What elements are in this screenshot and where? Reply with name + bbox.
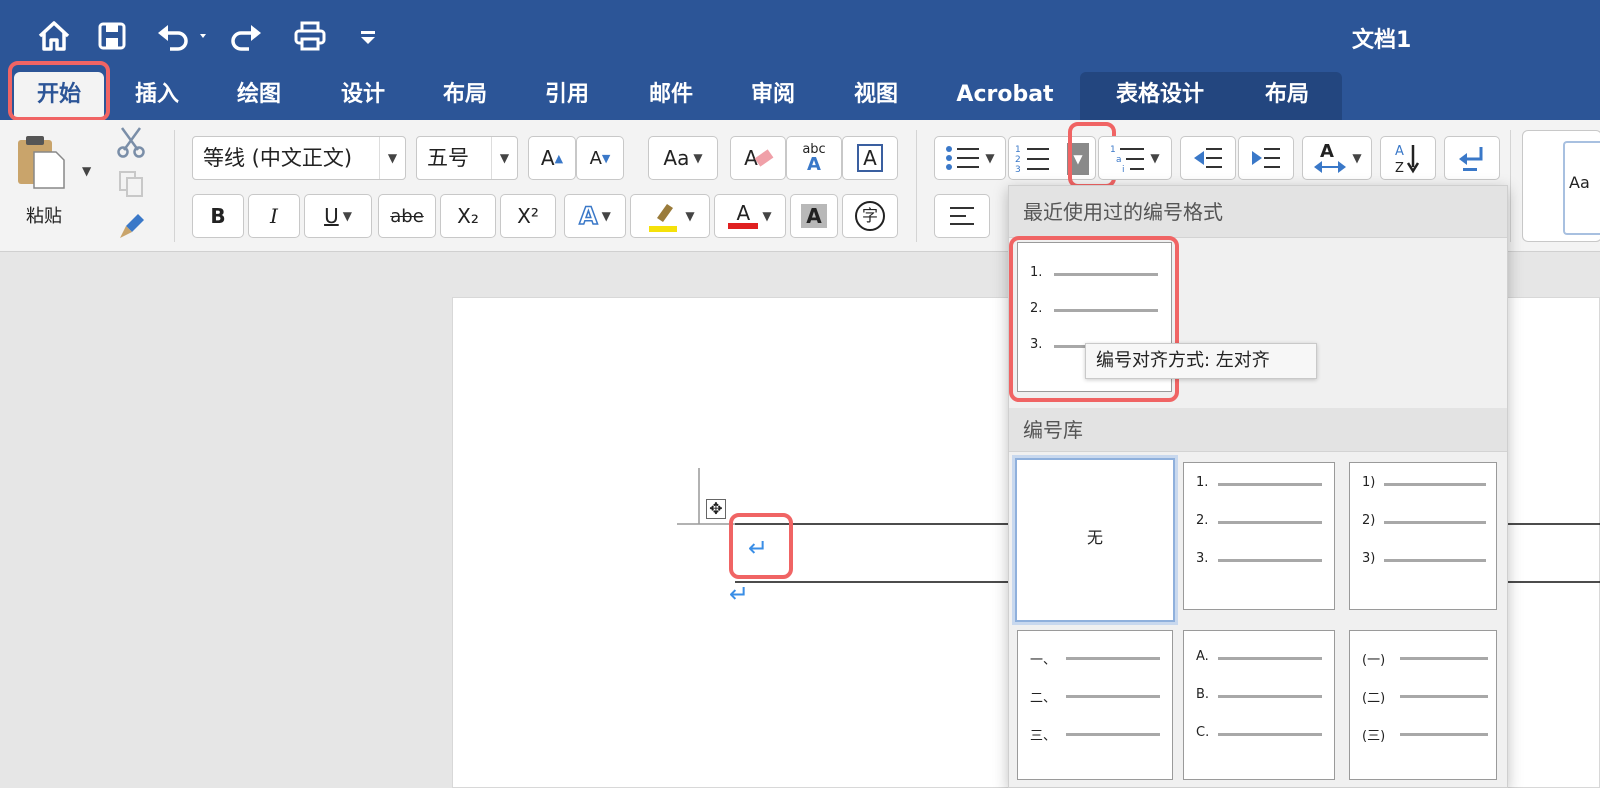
bold-button[interactable]: B bbox=[192, 194, 244, 238]
numbering-library-header: 编号库 bbox=[1009, 408, 1507, 452]
svg-text:A: A bbox=[1320, 141, 1334, 162]
format-painter-icon[interactable] bbox=[116, 210, 150, 244]
bullet-list-icon bbox=[946, 146, 980, 170]
font-family-select[interactable]: 等线 (中文正文) ▼ bbox=[192, 136, 406, 180]
document-title: 文档1 bbox=[1352, 28, 1412, 53]
tab-references[interactable]: 引用 bbox=[534, 72, 600, 120]
table-move-handle-icon[interactable]: ✥ bbox=[706, 499, 726, 519]
svg-text:Z: Z bbox=[1395, 161, 1404, 175]
svg-text:2: 2 bbox=[1015, 155, 1021, 165]
title-bar: 文档1 bbox=[0, 0, 1600, 72]
phonetic-guide-button[interactable]: abc A bbox=[786, 136, 842, 180]
tab-insert[interactable]: 插入 bbox=[124, 72, 190, 120]
recent-numbering-header: 最近使用过的编号格式 bbox=[1009, 186, 1507, 238]
indent-icon bbox=[1252, 148, 1280, 168]
numbering-dropdown-icon[interactable]: ▼ bbox=[1067, 143, 1089, 175]
font-family-arrow-icon[interactable]: ▼ bbox=[379, 137, 405, 179]
clear-formatting-button[interactable]: A bbox=[730, 136, 786, 180]
grow-font-button[interactable]: A ▲ bbox=[528, 136, 576, 180]
character-border-button[interactable]: A bbox=[842, 136, 898, 180]
numbering-arabic-dot-option[interactable]: 1. 2. 3. bbox=[1183, 462, 1335, 610]
svg-text:3: 3 bbox=[1015, 165, 1021, 173]
increase-indent-button[interactable] bbox=[1238, 136, 1294, 180]
marker-icon bbox=[649, 204, 678, 232]
numbering-alignment-tooltip: 编号对齐方式: 左对齐 bbox=[1085, 343, 1317, 379]
customize-toolbar-icon[interactable] bbox=[350, 18, 386, 54]
tab-view[interactable]: 视图 bbox=[843, 72, 909, 120]
tab-draw[interactable]: 绘图 bbox=[226, 72, 292, 120]
tab-home[interactable]: 开始 bbox=[14, 72, 104, 120]
numbering-letter-option[interactable]: A. B. C. bbox=[1183, 630, 1335, 780]
numbering-dropdown-panel: 最近使用过的编号格式 1. 2. 3. 编号库 无 1. 2. 3. 1) 2)… bbox=[1008, 185, 1508, 788]
cut-icon[interactable] bbox=[116, 126, 150, 158]
shrink-font-button[interactable]: A ▼ bbox=[576, 136, 624, 180]
numbering-chinese-paren-option[interactable]: (一) (二) (三) bbox=[1349, 630, 1497, 780]
italic-button[interactable]: I bbox=[248, 194, 300, 238]
outdent-icon bbox=[1194, 148, 1222, 168]
svg-text:1: 1 bbox=[1110, 145, 1116, 155]
sort-icon: AZ bbox=[1395, 144, 1420, 175]
paste-button[interactable]: ▼ 粘贴 bbox=[14, 134, 94, 234]
style-normal-thumbnail[interactable]: Aa bbox=[1563, 141, 1600, 235]
tab-layout[interactable]: 布局 bbox=[432, 72, 498, 120]
decrease-indent-button[interactable] bbox=[1180, 136, 1236, 180]
return-arrow-icon bbox=[1459, 147, 1483, 171]
multilevel-list-button[interactable]: 1 a i ▼ bbox=[1098, 136, 1172, 180]
home-icon[interactable] bbox=[36, 18, 72, 54]
svg-text:i: i bbox=[1122, 165, 1125, 173]
tab-table-design[interactable]: 表格设计 bbox=[1100, 72, 1220, 120]
subscript-button[interactable]: X₂ bbox=[440, 194, 496, 238]
numbering-button[interactable]: 123 ▼ bbox=[1008, 136, 1096, 180]
sort-button[interactable]: AZ bbox=[1380, 136, 1436, 180]
underline-button[interactable]: U ▼ bbox=[304, 194, 372, 238]
svg-text:1: 1 bbox=[1015, 145, 1021, 155]
tab-mailings[interactable]: 邮件 bbox=[638, 72, 704, 120]
font-color-button[interactable]: A ▼ bbox=[714, 194, 786, 238]
highlight-color-button[interactable]: ▼ bbox=[630, 194, 710, 238]
multilevel-list-icon: 1ai bbox=[1110, 145, 1145, 173]
font-size-select[interactable]: 五号 ▼ bbox=[416, 136, 518, 180]
font-size-arrow-icon[interactable]: ▼ bbox=[491, 137, 517, 179]
svg-text:a: a bbox=[1116, 155, 1122, 165]
text-direction-button[interactable]: A ▼ bbox=[1302, 136, 1372, 180]
enclose-character-button[interactable]: 字 bbox=[842, 194, 898, 238]
paste-dropdown-icon[interactable]: ▼ bbox=[82, 164, 91, 178]
numbering-arabic-paren-option[interactable]: 1) 2) 3) bbox=[1349, 462, 1497, 610]
align-left-button[interactable] bbox=[934, 194, 990, 238]
tab-review[interactable]: 审阅 bbox=[740, 72, 806, 120]
tab-acrobat[interactable]: Acrobat bbox=[950, 72, 1060, 120]
numbering-chinese-option[interactable]: 一、 二、 三、 bbox=[1017, 630, 1173, 780]
ribbon-tabs: 开始 插入 绘图 设计 布局 引用 邮件 审阅 视图 Acrobat 表格设计 … bbox=[0, 61, 1600, 121]
paste-label: 粘贴 bbox=[26, 206, 62, 227]
text-effects-button[interactable]: A ▼ bbox=[564, 194, 626, 238]
save-icon[interactable] bbox=[94, 18, 130, 54]
paragraph-mark-icon: ↵ bbox=[748, 534, 769, 562]
copy-icon[interactable] bbox=[118, 170, 148, 200]
character-shading-button[interactable]: A bbox=[790, 194, 838, 238]
redo-icon[interactable] bbox=[228, 18, 264, 54]
paragraph-mark-icon: ↵ bbox=[729, 580, 750, 608]
svg-text:A: A bbox=[1395, 144, 1404, 159]
print-icon[interactable] bbox=[292, 18, 328, 54]
text-direction-icon: A bbox=[1314, 141, 1347, 173]
styles-gallery[interactable]: Aa bbox=[1522, 130, 1600, 242]
align-left-icon bbox=[950, 207, 974, 225]
strikethrough-button[interactable]: abe bbox=[378, 194, 436, 238]
change-case-button[interactable]: Aa ▼ bbox=[648, 136, 718, 180]
numbered-list-icon: 123 bbox=[1015, 145, 1049, 173]
tab-table-layout[interactable]: 布局 bbox=[1254, 72, 1320, 120]
undo-icon[interactable] bbox=[154, 18, 214, 54]
bullets-button[interactable]: ▼ bbox=[934, 136, 1006, 180]
superscript-button[interactable]: X² bbox=[500, 194, 556, 238]
tab-design[interactable]: 设计 bbox=[330, 72, 396, 120]
show-marks-button[interactable] bbox=[1444, 136, 1500, 180]
numbering-none-option[interactable]: 无 bbox=[1015, 458, 1175, 622]
